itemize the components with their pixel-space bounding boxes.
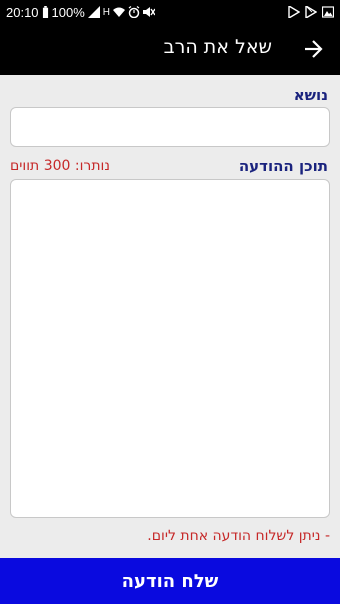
- arrow-right-icon: [305, 40, 323, 58]
- content-label: תוכן ההודעה: [238, 157, 328, 175]
- daily-limit-note: - ניתן לשלוח הודעה אחת ליום.: [147, 528, 330, 544]
- battery-percent: 100%: [51, 4, 85, 20]
- alarm-icon: [128, 6, 140, 18]
- network-type: H: [102, 6, 111, 18]
- page-title: שאל את הרב: [163, 36, 272, 58]
- status-time: 20:10: [6, 4, 39, 20]
- back-button[interactable]: [300, 36, 326, 62]
- subject-label: נושא: [293, 86, 328, 104]
- play-store-icon: [305, 6, 317, 18]
- battery-icon: [42, 6, 48, 18]
- remaining-characters: נותרו: 300 תווים: [10, 158, 110, 174]
- app-bar: שאל את הרב: [0, 24, 340, 75]
- status-bar: 20:10 100% H: [0, 0, 340, 24]
- mute-icon: [143, 7, 156, 17]
- subject-input[interactable]: [10, 107, 330, 147]
- message-content-field[interactable]: [10, 179, 330, 518]
- image-icon: [322, 6, 334, 18]
- signal-icon: [87, 6, 100, 18]
- wifi-icon: [113, 7, 126, 17]
- send-message-button[interactable]: שלח הודעה: [0, 558, 340, 604]
- play-icon: [288, 6, 300, 18]
